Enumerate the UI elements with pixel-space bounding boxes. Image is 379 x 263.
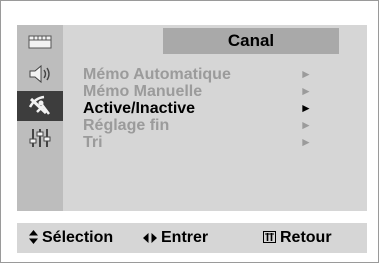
- help-enter-label: Entrer: [161, 229, 209, 246]
- sidebar: [17, 25, 63, 211]
- menu-item-label: Tri: [83, 134, 103, 151]
- menu-item-reglage-fin[interactable]: Réglage fin ►: [83, 117, 323, 134]
- menu-list: Mémo Automatique ► Mémo Manuelle ► Activ…: [83, 66, 323, 151]
- chevron-right-icon: ►: [300, 84, 312, 98]
- help-selection: Sélection: [29, 223, 113, 253]
- chevron-right-icon: ►: [300, 101, 312, 115]
- menu-item-label: Réglage fin: [83, 117, 170, 134]
- up-down-arrows-icon: [29, 229, 38, 247]
- help-selection-label: Sélection: [42, 229, 114, 246]
- help-bar: Sélection Entrer Retour: [17, 223, 367, 253]
- menu-return-icon: [263, 230, 276, 246]
- help-enter: Entrer: [143, 223, 208, 253]
- menu-item-memo-manuelle[interactable]: Mémo Manuelle ►: [83, 83, 323, 100]
- input-icon[interactable]: [17, 27, 63, 57]
- setup-sliders-icon[interactable]: [17, 123, 63, 153]
- menu-item-active-inactive[interactable]: Active/Inactive ►: [83, 100, 323, 117]
- channel-antenna-icon[interactable]: [17, 91, 63, 121]
- menu-item-tri[interactable]: Tri ►: [83, 134, 323, 151]
- help-return-label: Retour: [280, 229, 332, 246]
- chevron-right-icon: ►: [300, 135, 312, 149]
- menu-item-label: Active/Inactive: [83, 100, 196, 117]
- left-right-arrows-icon: [143, 231, 157, 246]
- menu-item-label: Mémo Manuelle: [83, 83, 203, 100]
- chevron-right-icon: ►: [300, 67, 312, 81]
- chevron-right-icon: ►: [300, 118, 312, 132]
- menu-item-label: Mémo Automatique: [83, 66, 231, 83]
- sound-icon[interactable]: [17, 59, 63, 89]
- help-return: Retour: [263, 223, 332, 253]
- menu-item-memo-automatique[interactable]: Mémo Automatique ►: [83, 66, 323, 83]
- menu-title: Canal: [163, 28, 339, 54]
